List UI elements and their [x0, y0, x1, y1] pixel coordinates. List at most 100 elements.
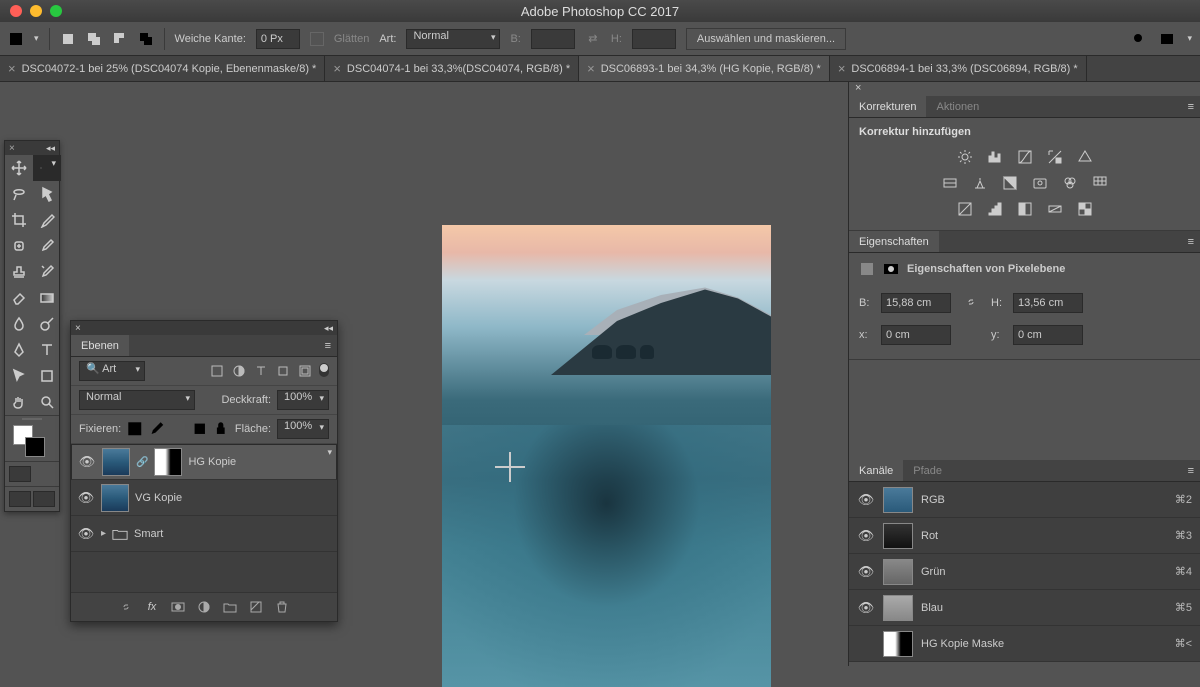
crop-tool[interactable]	[5, 207, 33, 233]
layers-close-icon[interactable]: ×	[75, 323, 81, 334]
panel-menu-icon[interactable]: ≡	[319, 335, 337, 356]
marquee-tool-icon[interactable]	[8, 31, 24, 47]
lock-paint-icon[interactable]	[149, 421, 165, 437]
tab-close-icon[interactable]: ×	[587, 61, 595, 76]
hue-icon[interactable]	[941, 174, 959, 192]
lock-position-icon[interactable]	[170, 421, 186, 437]
eigenschaften-tab[interactable]: Eigenschaften	[849, 231, 939, 252]
pen-tool[interactable]	[5, 337, 33, 363]
visibility-icon[interactable]: 👁	[857, 528, 875, 544]
width-prop-input[interactable]	[881, 293, 951, 313]
threshold-icon[interactable]	[1016, 200, 1034, 218]
height-prop-input[interactable]	[1013, 293, 1083, 313]
korrekturen-tab[interactable]: Korrekturen	[849, 96, 926, 117]
filter-type-icon[interactable]	[253, 363, 269, 379]
color-balance-icon[interactable]	[971, 174, 989, 192]
document-image[interactable]	[442, 225, 771, 687]
healing-tool[interactable]	[5, 233, 33, 259]
posterize-icon[interactable]	[986, 200, 1004, 218]
maximize-window-button[interactable]	[50, 5, 62, 17]
select-and-mask-button[interactable]: Auswählen und maskieren...	[686, 28, 846, 50]
kanale-tab[interactable]: Kanäle	[849, 460, 903, 481]
visibility-icon[interactable]: 👁	[857, 564, 875, 580]
shape-tool[interactable]	[33, 363, 61, 389]
tools-close-icon[interactable]: ×	[9, 143, 15, 154]
layers-collapse-icon[interactable]: ◂◂	[324, 323, 333, 334]
marquee-tool[interactable]	[33, 155, 61, 181]
channels-menu-icon[interactable]: ≡	[1182, 460, 1200, 481]
link-wh-icon[interactable]	[959, 295, 983, 312]
filter-adjust-icon[interactable]	[231, 363, 247, 379]
exposure-icon[interactable]	[1046, 148, 1064, 166]
background-color[interactable]	[25, 437, 45, 457]
channel-row[interactable]: 👁Grün⌘4	[849, 554, 1200, 590]
filter-pixel-icon[interactable]	[209, 363, 225, 379]
document-tab[interactable]: ×DSC04074-1 bei 33,3%(DSC04074, RGB/8) *	[325, 56, 579, 81]
gradient-map-icon[interactable]	[1046, 200, 1064, 218]
document-tab[interactable]: ×DSC06894-1 bei 33,3% (DSC06894, RGB/8) …	[830, 56, 1087, 81]
aktionen-tab[interactable]: Aktionen	[926, 96, 989, 117]
color-swatches[interactable]	[5, 421, 59, 461]
lock-artboard-icon[interactable]	[192, 421, 208, 437]
lasso-tool[interactable]	[5, 181, 33, 207]
blend-mode-select[interactable]: Normal	[79, 390, 195, 410]
delete-layer-icon[interactable]	[274, 599, 290, 615]
workspace-icon[interactable]	[1159, 31, 1175, 47]
new-selection-icon[interactable]	[60, 31, 76, 47]
channel-row[interactable]: 👁RGB⌘2	[849, 482, 1200, 518]
channel-row[interactable]: HG Kopie Maske⌘<	[849, 626, 1200, 662]
feather-input[interactable]	[256, 29, 300, 49]
right-close-icon[interactable]: ×	[855, 82, 861, 96]
selective-color-icon[interactable]	[1076, 200, 1094, 218]
quick-select-tool[interactable]	[33, 181, 61, 207]
tab-close-icon[interactable]: ×	[8, 61, 16, 76]
dodge-tool[interactable]	[33, 311, 61, 337]
visibility-icon[interactable]: 👁	[857, 600, 875, 616]
width-input[interactable]	[531, 29, 575, 49]
move-tool[interactable]	[5, 155, 33, 181]
search-icon[interactable]	[1131, 31, 1147, 47]
visibility-icon[interactable]: 👁	[78, 454, 96, 470]
type-tool[interactable]	[33, 337, 61, 363]
style-select[interactable]: Normal	[406, 29, 500, 49]
filter-toggle[interactable]	[319, 363, 329, 377]
visibility-icon[interactable]: 👁	[77, 490, 95, 506]
fill-input[interactable]: 100%	[277, 419, 329, 439]
levels-icon[interactable]	[986, 148, 1004, 166]
hand-tool[interactable]	[5, 389, 33, 415]
lock-all-icon[interactable]	[213, 421, 229, 437]
add-mask-icon[interactable]	[170, 599, 186, 615]
new-layer-icon[interactable]	[248, 599, 264, 615]
add-selection-icon[interactable]	[86, 31, 102, 47]
quickmask-button[interactable]	[9, 466, 31, 482]
tab-close-icon[interactable]: ×	[333, 61, 341, 76]
filter-shape-icon[interactable]	[275, 363, 291, 379]
antialias-checkbox[interactable]	[310, 32, 324, 46]
new-group-icon[interactable]	[222, 599, 238, 615]
new-adjustment-icon[interactable]	[196, 599, 212, 615]
visibility-icon[interactable]: 👁	[77, 526, 95, 542]
tab-close-icon[interactable]: ×	[838, 61, 846, 76]
photo-filter-icon[interactable]	[1031, 174, 1049, 192]
close-window-button[interactable]	[10, 5, 22, 17]
layers-tab[interactable]: Ebenen	[71, 335, 129, 356]
y-prop-input[interactable]	[1013, 325, 1083, 345]
layer-row[interactable]: 👁🔗HG Kopie	[71, 444, 337, 480]
layer-row[interactable]: 👁▸Smart	[71, 516, 337, 552]
curves-icon[interactable]	[1016, 148, 1034, 166]
invert-icon[interactable]	[956, 200, 974, 218]
eraser-tool[interactable]	[5, 285, 33, 311]
lock-transparent-icon[interactable]	[127, 421, 143, 437]
brush-tool[interactable]	[33, 233, 61, 259]
link-layers-icon[interactable]	[118, 599, 134, 615]
filter-type-select[interactable]: 🔍 Art	[79, 361, 145, 381]
screenmode-button[interactable]	[9, 491, 31, 507]
color-lookup-icon[interactable]	[1091, 174, 1109, 192]
history-brush-tool[interactable]	[33, 259, 61, 285]
subtract-selection-icon[interactable]	[112, 31, 128, 47]
layer-fx-icon[interactable]: fx	[144, 599, 160, 615]
vibrance-icon[interactable]	[1076, 148, 1094, 166]
layer-thumbnail[interactable]	[102, 448, 130, 476]
channel-row[interactable]: 👁Rot⌘3	[849, 518, 1200, 554]
channel-mixer-icon[interactable]	[1061, 174, 1079, 192]
